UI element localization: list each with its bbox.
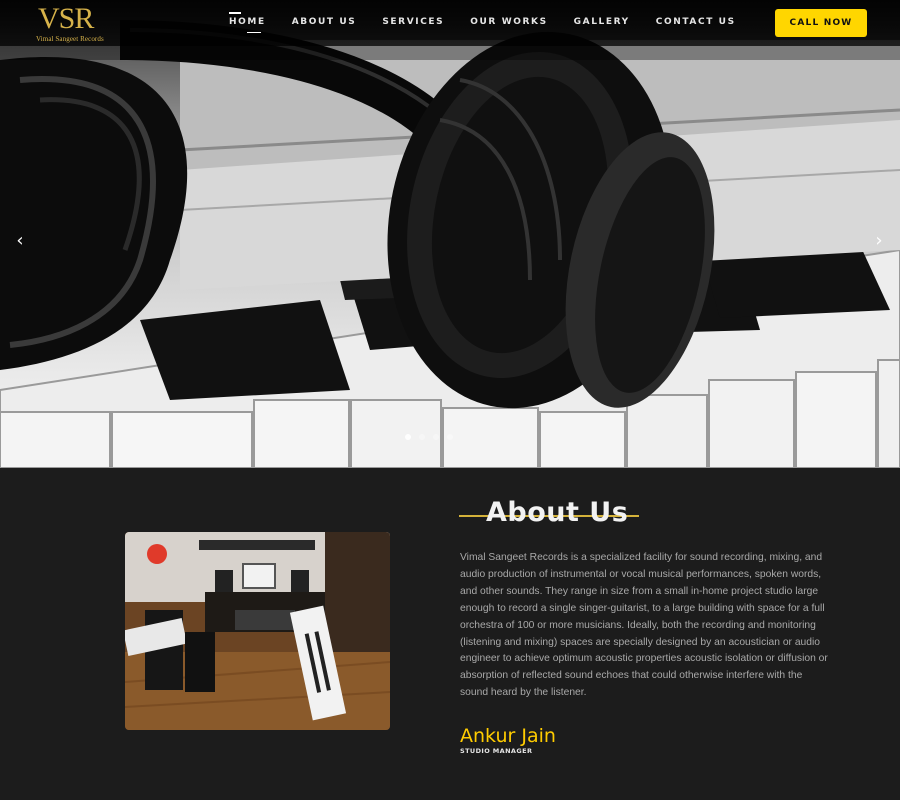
about-section: About Us Vimal Sangeet Records is a spec… [0, 468, 900, 800]
hero-slider: ‹ › [0, 0, 900, 468]
about-paragraph: Vimal Sangeet Records is a specialized f… [460, 552, 828, 699]
prev-slide-icon[interactable]: ‹ [12, 232, 28, 250]
studio-photo [125, 532, 390, 730]
logo-subtitle: Vimal Sangeet Records [36, 35, 104, 43]
next-slide-icon[interactable]: › [871, 232, 887, 250]
slide-dot[interactable] [433, 434, 439, 440]
slide-indicators [405, 434, 461, 440]
nav-item-about-us[interactable]: ABOUT US [292, 17, 357, 27]
nav-item-home[interactable]: HOME [229, 12, 266, 33]
person-role: STUDIO MANAGER [460, 747, 533, 755]
nav-item-contact-us[interactable]: CONTACT US [656, 17, 736, 27]
logo[interactable]: VSR Vimal Sangeet Records [36, 4, 120, 44]
nav-item-gallery[interactable]: GALLERY [574, 17, 630, 27]
slide-dot[interactable] [405, 434, 411, 440]
logo-text: VSR [38, 2, 94, 35]
nav-item-our-works[interactable]: OUR WORKS [470, 17, 547, 27]
about-title: About Us [486, 497, 629, 528]
slide-dot[interactable] [447, 434, 453, 440]
nav-item-services[interactable]: SERVICES [382, 17, 444, 27]
call-now-button[interactable]: CALL NOW [775, 9, 867, 37]
slide-dot[interactable] [419, 434, 425, 440]
page: ‹ › VSR Vimal Sangeet Records HOME ABOUT… [0, 0, 900, 800]
hero-image [0, 0, 900, 468]
person-name: Ankur Jain [460, 725, 556, 747]
top-navbar: VSR Vimal Sangeet Records HOME ABOUT US … [0, 0, 900, 46]
main-menu: HOME ABOUT US SERVICES OUR WORKS GALLERY… [229, 12, 762, 33]
